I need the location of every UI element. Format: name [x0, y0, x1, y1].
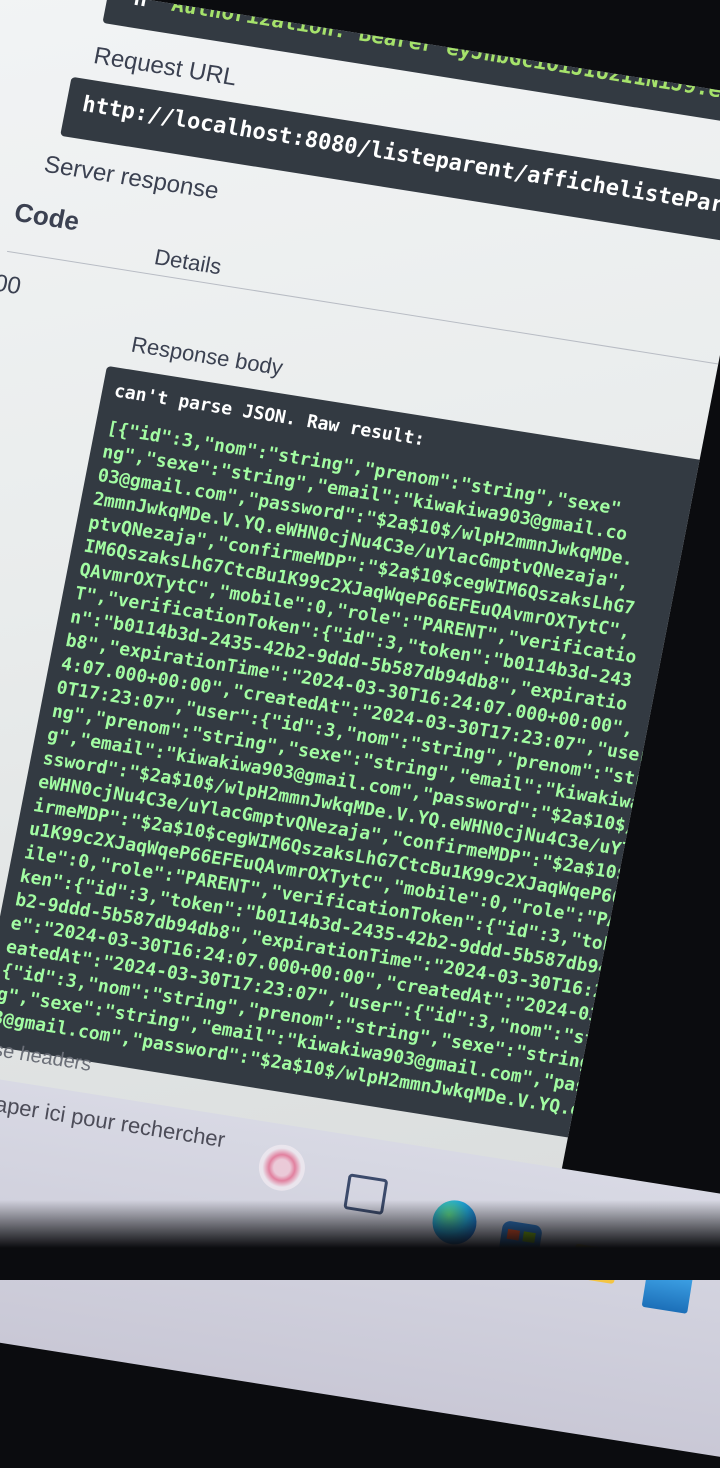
monitor-bezel-shadow — [0, 1200, 720, 1280]
response-table-divider — [7, 250, 719, 365]
response-body-box[interactable]: can't parse JSON. Raw result: [{"id":3,"… — [0, 365, 720, 1144]
response-status-code: 200 — [0, 267, 24, 301]
curl-auth-token: Authorization: Bearer eyJhbGciOiJIUzI1Ni… — [169, 0, 720, 103]
flower-widget-icon[interactable] — [255, 1141, 309, 1195]
server-response-label: Server response — [41, 150, 221, 205]
curl-header-flag: -H ' — [120, 0, 175, 15]
raw-json-result: [{"id":3,"nom":"string","prenom":"string… — [0, 417, 691, 1139]
code-column-header: Code — [11, 196, 82, 237]
monitor-screen: alhost:8080/swagger-ui/index. accept: */… — [0, 0, 720, 1287]
